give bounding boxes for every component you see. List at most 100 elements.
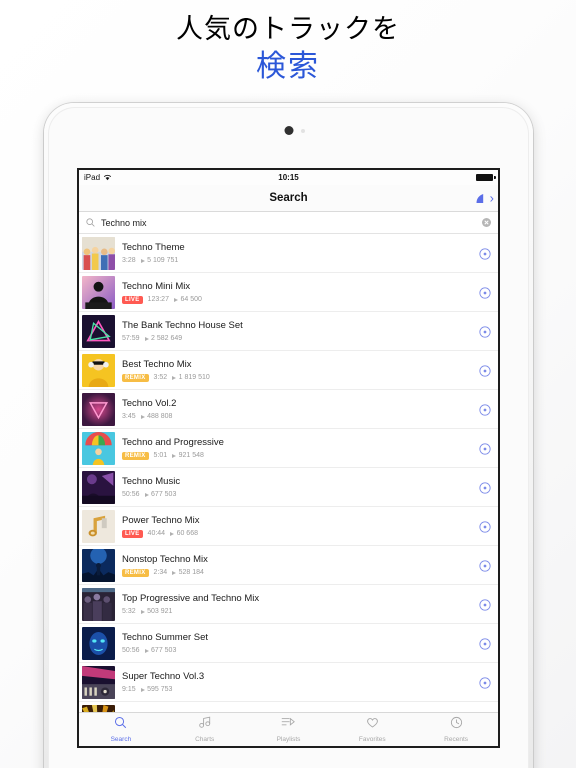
track-thumbnail[interactable] xyxy=(82,431,115,465)
play-count-icon xyxy=(144,492,149,497)
track-row[interactable]: Techno One Original Mix xyxy=(79,702,498,712)
track-title: Techno Summer Set xyxy=(122,632,209,643)
track-row[interactable]: Power Techno Mix LIVE 40:44 60 668 xyxy=(79,507,498,546)
track-play-count: 64 500 xyxy=(180,296,202,303)
track-play-count: 60 668 xyxy=(176,530,198,537)
track-info: Top Progressive and Techno Mix 5:32 503 … xyxy=(122,593,479,615)
add-circle-icon[interactable] xyxy=(479,676,491,689)
charts-icon xyxy=(198,716,211,734)
tab-label: Charts xyxy=(195,736,215,743)
track-row[interactable]: Super Techno Vol.3 9:15 595 753 xyxy=(79,663,498,702)
status-bar-right xyxy=(476,174,496,181)
search-input[interactable] xyxy=(101,217,476,228)
track-meta: 3:45 488 808 xyxy=(122,413,479,420)
tab-search[interactable]: Search xyxy=(79,716,163,743)
navbar-right-actions[interactable]: › xyxy=(475,192,494,205)
page-title: Search xyxy=(269,192,308,204)
track-play-count: 595 753 xyxy=(147,686,173,693)
clear-icon[interactable] xyxy=(482,218,491,227)
app-logo-icon[interactable] xyxy=(475,192,489,204)
tab-favorites[interactable]: Favorites xyxy=(330,716,414,743)
track-row[interactable]: Nonstop Techno Mix REMIX 2:34 528 184 xyxy=(79,546,498,585)
add-circle-icon[interactable] xyxy=(479,247,491,260)
track-row[interactable]: Techno Music 50:56 677 503 xyxy=(79,468,498,507)
track-title: Super Techno Vol.3 xyxy=(122,671,205,682)
play-count-icon xyxy=(140,609,145,614)
clock-icon xyxy=(450,716,463,734)
add-circle-icon[interactable] xyxy=(479,442,491,455)
add-circle-icon[interactable] xyxy=(479,481,491,494)
track-title: Power Techno Mix xyxy=(122,514,200,526)
track-play-count: 488 808 xyxy=(147,413,173,420)
track-info: Techno Theme 3:28 5 109 751 xyxy=(122,242,479,264)
tab-playlists[interactable]: Playlists xyxy=(247,716,331,743)
track-meta: 5:32 503 921 xyxy=(122,608,479,615)
track-thumbnail[interactable] xyxy=(82,704,115,712)
track-plays: 2 582 649 xyxy=(144,335,182,342)
track-info: Best Techno Mix REMIX 3:52 1 819 510 xyxy=(122,359,479,382)
track-thumbnail[interactable] xyxy=(82,509,115,543)
track-thumbnail[interactable] xyxy=(82,236,115,270)
track-row[interactable]: Top Progressive and Techno Mix 5:32 503 … xyxy=(79,585,498,624)
track-thumbnail[interactable] xyxy=(82,314,115,348)
play-count-icon xyxy=(172,570,177,575)
track-list[interactable]: Techno Theme 3:28 5 109 751 Techno Mini … xyxy=(79,234,498,712)
add-circle-icon[interactable] xyxy=(479,559,491,572)
track-title: Techno and Progressive xyxy=(122,436,224,448)
add-circle-icon[interactable] xyxy=(479,286,491,299)
track-play-count: 5 109 751 xyxy=(147,257,179,264)
track-title: The Bank Techno House Set xyxy=(122,320,243,331)
track-row[interactable]: Techno and Progressive REMIX 5:01 921 54… xyxy=(79,429,498,468)
track-thumbnail[interactable] xyxy=(82,548,115,582)
tab-recents[interactable]: Recents xyxy=(414,716,498,743)
track-thumbnail[interactable] xyxy=(82,470,115,504)
track-plays: 64 500 xyxy=(173,296,202,303)
track-meta: REMIX 2:34 528 184 xyxy=(122,568,479,577)
track-info: Nonstop Techno Mix REMIX 2:34 528 184 xyxy=(122,554,479,577)
track-row[interactable]: Techno Summer Set 50:56 677 503 xyxy=(79,624,498,663)
tab-charts[interactable]: Charts xyxy=(163,716,247,743)
track-meta: REMIX 5:01 921 548 xyxy=(122,451,479,460)
track-meta: LIVE 123:27 64 500 xyxy=(122,295,479,304)
ipad-device-frame: iPad 10:15 Search › Techno mix Techno Th… xyxy=(44,103,533,768)
track-duration: 5:32 xyxy=(122,608,136,615)
track-play-count: 1 819 510 xyxy=(178,374,210,381)
add-circle-icon[interactable] xyxy=(479,598,491,611)
track-thumbnail[interactable] xyxy=(82,353,115,387)
tab-label: Playlists xyxy=(276,736,301,743)
search-icon xyxy=(114,716,127,734)
track-meta: 57:59 2 582 649 xyxy=(122,335,479,342)
battery-icon xyxy=(476,174,496,181)
track-row[interactable]: The Bank Techno House Set 57:59 2 582 64… xyxy=(79,312,498,351)
play-count-icon xyxy=(172,375,177,380)
track-title: Techno Vol.2 xyxy=(122,398,177,409)
track-duration: 5:01 xyxy=(153,452,168,459)
track-thumbnail[interactable] xyxy=(82,392,115,426)
chevron-right-icon[interactable]: › xyxy=(490,192,494,205)
add-circle-icon[interactable] xyxy=(479,637,491,650)
track-info: Super Techno Vol.3 9:15 595 753 xyxy=(122,671,479,693)
track-row[interactable]: Best Techno Mix REMIX 3:52 1 819 510 xyxy=(79,351,498,390)
track-play-count: 921 548 xyxy=(178,452,204,459)
search-bar[interactable] xyxy=(79,212,498,234)
track-row[interactable]: Techno Vol.2 3:45 488 808 xyxy=(79,390,498,429)
playlists-icon xyxy=(281,716,296,734)
track-play-count: 503 921 xyxy=(147,608,173,615)
status-bar-time: 10:15 xyxy=(278,173,299,182)
track-plays: 503 921 xyxy=(140,608,173,615)
navigation-bar: Search › xyxy=(79,185,498,212)
track-row[interactable]: Techno Theme 3:28 5 109 751 xyxy=(79,234,498,273)
add-circle-icon[interactable] xyxy=(479,325,491,338)
add-circle-icon[interactable] xyxy=(479,364,491,377)
tab-label: Recents xyxy=(444,736,469,743)
search-icon xyxy=(86,218,95,227)
track-thumbnail[interactable] xyxy=(82,275,115,309)
track-thumbnail[interactable] xyxy=(82,587,115,621)
front-camera-icon xyxy=(284,126,293,135)
tab-bar[interactable]: Search Charts Playlists Favorites Recent… xyxy=(79,712,498,746)
add-circle-icon[interactable] xyxy=(479,403,491,416)
track-thumbnail[interactable] xyxy=(82,626,115,660)
track-row[interactable]: Techno Mini Mix LIVE 123:27 64 500 xyxy=(79,273,498,312)
add-circle-icon[interactable] xyxy=(479,520,491,533)
track-thumbnail[interactable] xyxy=(82,665,115,699)
